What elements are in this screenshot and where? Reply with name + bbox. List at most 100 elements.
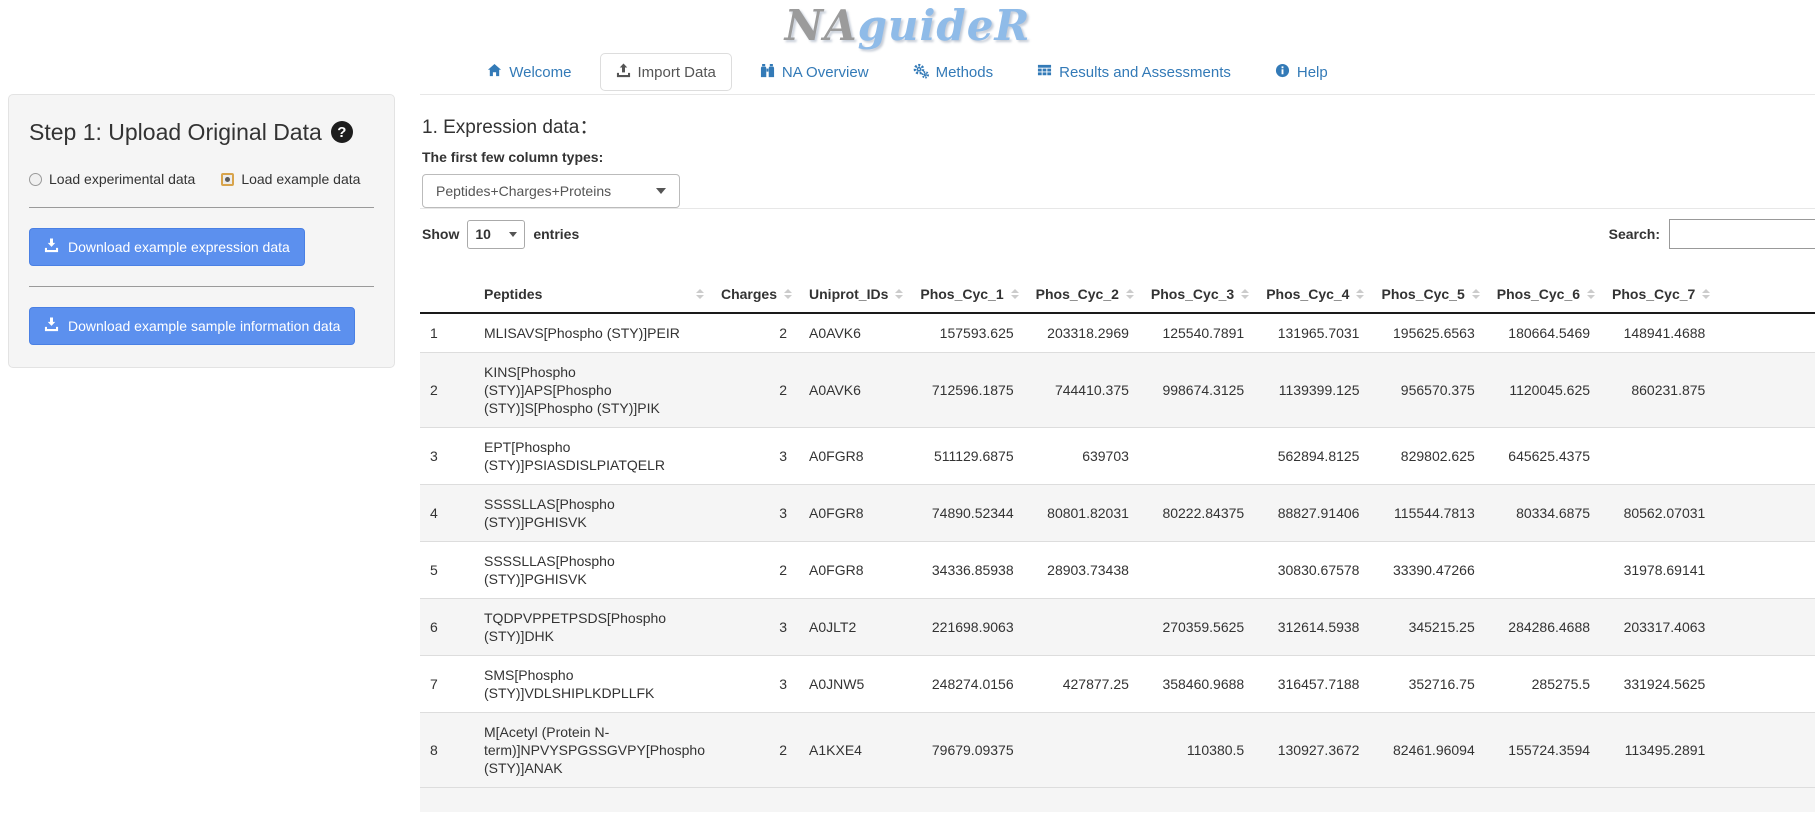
column-types-select[interactable]: Peptides+Charges+Proteins <box>422 174 680 208</box>
peptide-cell: TQDPVPPETPSDS[Phospho (STY)]DHK <box>476 599 713 656</box>
sort-icon <box>1472 289 1480 299</box>
download-icon <box>44 238 59 256</box>
download-sample-info-button[interactable]: Download example sample information data <box>29 307 355 345</box>
upload-panel: Step 1: Upload Original Data ? Load expe… <box>8 94 395 368</box>
datatable-controls: Show 10 entries Search: <box>420 219 1815 249</box>
phos-cyc-3-cell: 270359.5625 <box>1143 599 1258 656</box>
entries-select[interactable]: 10 <box>467 220 525 249</box>
phos-cyc-6-cell: 155724.3594 <box>1489 713 1604 788</box>
phos-cyc-4-cell: 562894.8125 <box>1258 428 1373 485</box>
column-header-index <box>420 276 476 313</box>
tab-methods[interactable]: Methods <box>897 53 1010 92</box>
phos-cyc-1-cell: 157593.625 <box>912 313 1027 353</box>
radio-label: Load example data <box>241 171 360 187</box>
phos-cyc-6-cell <box>1489 542 1604 599</box>
table-icon <box>1037 63 1052 81</box>
radio-load-example[interactable]: Load example data <box>221 171 360 187</box>
column-header-phos-cyc-7[interactable]: Phos_Cyc_7 <box>1604 276 1719 313</box>
uniprot-cell: A1KXE4 <box>801 713 912 788</box>
phos-cyc-2-cell: 639703 <box>1028 428 1143 485</box>
tab-na-overview[interactable]: NA Overview <box>744 53 885 91</box>
spacer-cell <box>1719 485 1815 542</box>
uniprot-cell: A0FGR8 <box>801 485 912 542</box>
peptide-cell: KINS[Phospho (STY)]APS[Phospho (STY)]S[P… <box>476 353 713 428</box>
column-header-phos-cyc-6[interactable]: Phos_Cyc_6 <box>1489 276 1604 313</box>
divider <box>29 207 374 208</box>
spacer-cell <box>1719 353 1815 428</box>
spacer-cell <box>1719 313 1815 353</box>
phos-cyc-7-cell: 31978.69141 <box>1604 542 1719 599</box>
phos-cyc-4-cell: 130927.3672 <box>1258 713 1373 788</box>
column-header-peptides[interactable]: Peptides <box>476 276 713 313</box>
column-header-uniprot-ids[interactable]: Uniprot_IDs <box>801 276 912 313</box>
phos-cyc-6-cell: 180664.5469 <box>1489 313 1604 353</box>
row-index: 7 <box>420 656 476 713</box>
uniprot-cell: A0AVK6 <box>801 313 912 353</box>
charge-cell: 3 <box>713 428 801 485</box>
charge-cell: 3 <box>713 656 801 713</box>
row-index: 8 <box>420 713 476 788</box>
column-header-phos-cyc-3[interactable]: Phos_Cyc_3 <box>1143 276 1258 313</box>
column-header-phos-cyc-4[interactable]: Phos_Cyc_4 <box>1258 276 1373 313</box>
phos-cyc-1-cell: 712596.1875 <box>912 353 1027 428</box>
phos-cyc-3-cell <box>1143 428 1258 485</box>
table-row: 2 KINS[Phospho (STY)]APS[Phospho (STY)]S… <box>420 353 1815 428</box>
radio-load-experimental[interactable]: Load experimental data <box>29 171 195 187</box>
phos-cyc-3-cell: 80222.84375 <box>1143 485 1258 542</box>
tab-label: Welcome <box>509 65 571 80</box>
spacer-cell <box>1719 599 1815 656</box>
expression-data-title: 1. Expression data： <box>422 112 1815 139</box>
charge-cell: 3 <box>713 485 801 542</box>
button-label: Download example expression data <box>68 239 290 255</box>
column-header-spacer <box>1719 276 1815 313</box>
search-input[interactable] <box>1669 219 1815 249</box>
column-header-charges[interactable]: Charges <box>713 276 801 313</box>
phos-cyc-4-cell: 88827.91406 <box>1258 485 1373 542</box>
divider <box>420 94 1815 95</box>
panel-title-row: Step 1: Upload Original Data ? <box>29 119 374 145</box>
tab-import-data[interactable]: Import Data <box>600 53 732 91</box>
download-expression-button[interactable]: Download example expression data <box>29 228 305 266</box>
uniprot-cell: A0JNW5 <box>801 656 912 713</box>
phos-cyc-4-cell: 30830.67578 <box>1258 542 1373 599</box>
charge-cell: 2 <box>713 713 801 788</box>
column-header-phos-cyc-1[interactable]: Phos_Cyc_1 <box>912 276 1027 313</box>
phos-cyc-5-cell: 33390.47266 <box>1373 542 1488 599</box>
phos-cyc-7-cell: 80562.07031 <box>1604 485 1719 542</box>
main-nav: Welcome Import Data NA Overview Methods … <box>0 52 1815 92</box>
tab-welcome[interactable]: Welcome <box>471 53 587 91</box>
tab-label: Import Data <box>638 65 716 80</box>
column-header-phos-cyc-5[interactable]: Phos_Cyc_5 <box>1373 276 1488 313</box>
phos-cyc-1-cell: 34336.85938 <box>912 542 1027 599</box>
table-row: 6 TQDPVPPETPSDS[Phospho (STY)]DHK 3 A0JL… <box>420 599 1815 656</box>
question-icon[interactable]: ? <box>331 121 353 143</box>
charge-cell: 3 <box>713 599 801 656</box>
tab-label: NA Overview <box>782 65 869 80</box>
phos-cyc-1-cell: 511129.6875 <box>912 428 1027 485</box>
phos-cyc-3-cell: 998674.3125 <box>1143 353 1258 428</box>
column-header-phos-cyc-2[interactable]: Phos_Cyc_2 <box>1028 276 1143 313</box>
row-index: 2 <box>420 353 476 428</box>
expression-data-table: Peptides Charges Uniprot_IDs Phos_Cyc_1 … <box>420 276 1815 812</box>
phos-cyc-5-cell: 956570.375 <box>1373 353 1488 428</box>
radio-label: Load experimental data <box>49 171 195 187</box>
phos-cyc-3-cell: 358460.9688 <box>1143 656 1258 713</box>
download-icon <box>44 317 59 335</box>
clipped-next-row <box>420 788 1815 812</box>
tab-label: Help <box>1297 65 1328 80</box>
spacer-cell <box>1719 542 1815 599</box>
tab-help[interactable]: Help <box>1259 53 1344 91</box>
table-row: 5 SSSSLLAS[Phospho (STY)]PGHISVK 2 A0FGR… <box>420 542 1815 599</box>
phos-cyc-7-cell <box>1604 428 1719 485</box>
column-types-label: The first few column types: <box>422 149 1815 165</box>
phos-cyc-7-cell: 860231.875 <box>1604 353 1719 428</box>
sort-icon <box>1587 289 1595 299</box>
import-data-panel: 1. Expression data： The first few column… <box>420 94 1815 812</box>
spacer-cell <box>1719 713 1815 788</box>
peptide-cell: M[Acetyl (Protein N-term)]NPVYSPGSSGVPY[… <box>476 713 713 788</box>
phos-cyc-4-cell: 131965.7031 <box>1258 313 1373 353</box>
peptide-cell: SSSSLLAS[Phospho (STY)]PGHISVK <box>476 542 713 599</box>
sort-icon <box>696 289 704 299</box>
radio-checked-icon <box>221 173 234 186</box>
tab-results-assessments[interactable]: Results and Assessments <box>1021 53 1247 91</box>
